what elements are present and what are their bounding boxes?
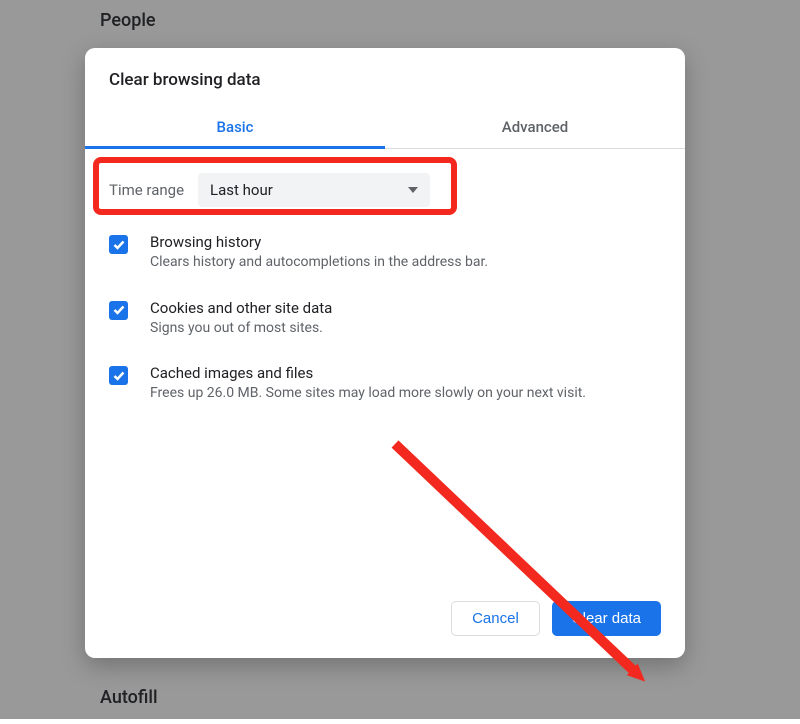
- time-range-label: Time range: [109, 181, 184, 199]
- option-desc: Signs you out of most sites.: [150, 319, 332, 339]
- clear-data-button[interactable]: Clear data: [552, 601, 661, 636]
- checkbox-browsing-history[interactable]: [109, 235, 128, 254]
- option-cookies: Cookies and other site data Signs you ou…: [109, 299, 661, 339]
- dialog-title: Clear browsing data: [85, 48, 685, 108]
- clear-browsing-data-dialog: Clear browsing data Basic Advanced Time …: [85, 48, 685, 658]
- time-range-value: Last hour: [210, 181, 273, 199]
- option-cached: Cached images and files Frees up 26.0 MB…: [109, 364, 661, 404]
- dialog-body: Time range Last hour Browsing history Cl…: [85, 149, 685, 585]
- chevron-down-icon: [408, 187, 418, 193]
- cancel-button[interactable]: Cancel: [451, 601, 540, 636]
- dialog-footer: Cancel Clear data: [85, 585, 685, 658]
- option-desc: Frees up 26.0 MB. Some sites may load mo…: [150, 384, 586, 404]
- checkbox-cookies[interactable]: [109, 301, 128, 320]
- tab-basic[interactable]: Basic: [85, 108, 385, 148]
- tabs: Basic Advanced: [85, 108, 685, 149]
- bg-people-label: People: [100, 10, 156, 31]
- option-desc: Clears history and autocompletions in th…: [150, 253, 488, 273]
- option-title: Cookies and other site data: [150, 299, 332, 317]
- checkbox-cached[interactable]: [109, 366, 128, 385]
- time-range-row: Time range Last hour: [109, 173, 661, 207]
- option-title: Cached images and files: [150, 364, 586, 382]
- time-range-select[interactable]: Last hour: [198, 173, 430, 207]
- option-browsing-history: Browsing history Clears history and auto…: [109, 233, 661, 273]
- option-title: Browsing history: [150, 233, 488, 251]
- tab-advanced[interactable]: Advanced: [385, 108, 685, 148]
- bg-autofill-label: Autofill: [100, 687, 158, 708]
